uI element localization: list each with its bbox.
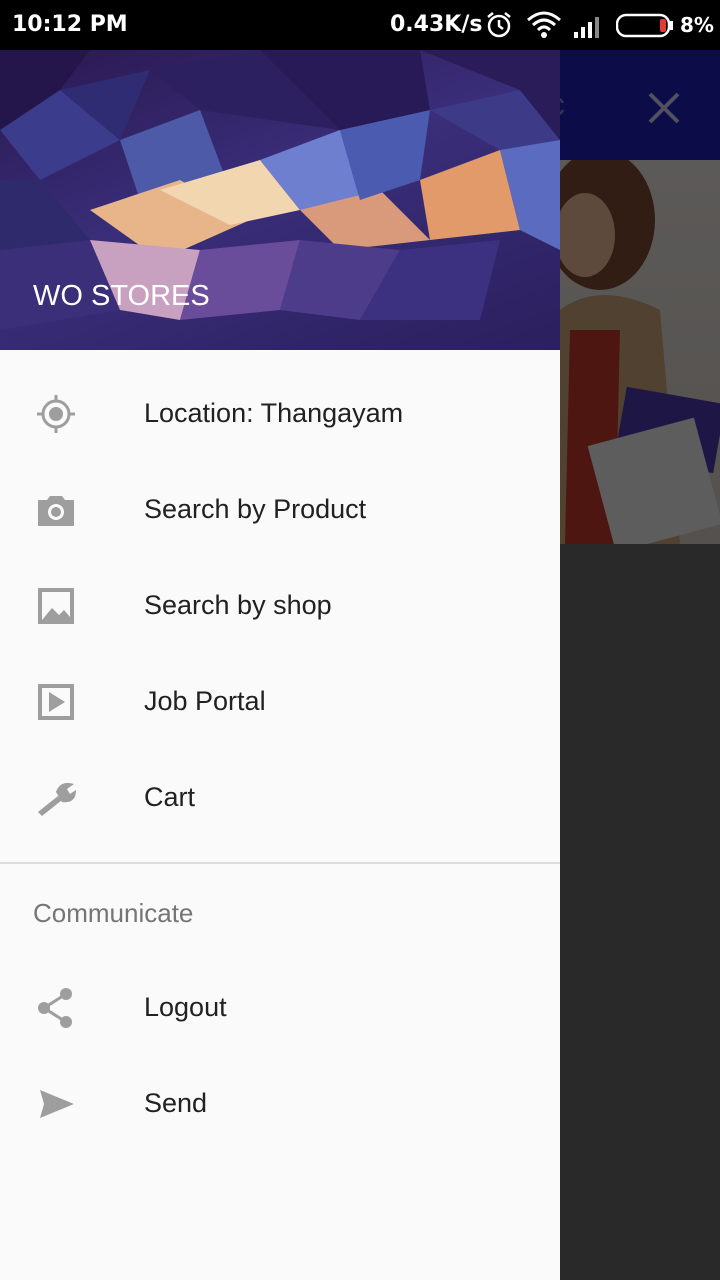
menu-item-label: Location: Thangayam: [144, 398, 404, 428]
menu-item-search-by-shop[interactable]: Search by shop: [0, 558, 560, 654]
signal-icon: [574, 17, 599, 38]
share-icon: [38, 988, 72, 1028]
alarm-icon: [487, 12, 511, 38]
drawer-divider: [0, 862, 560, 864]
send-icon: [40, 1090, 74, 1118]
battery-percent: 8%: [680, 13, 714, 37]
image-icon: [38, 588, 74, 624]
menu-item-location[interactable]: Location: Thangayam: [0, 366, 560, 462]
menu-item-send[interactable]: Send: [0, 1056, 560, 1152]
status-time: 10:12 PM: [12, 12, 128, 37]
location-crosshair-icon: [37, 395, 75, 433]
menu-item-logout[interactable]: Logout: [0, 960, 560, 1056]
menu-item-cart[interactable]: Cart: [0, 750, 560, 846]
menu-item-label: Search by Product: [144, 494, 367, 524]
menu-item-label: Job Portal: [144, 686, 266, 716]
menu-item-label: Cart: [144, 782, 196, 812]
menu-item-label: Search by shop: [144, 590, 332, 620]
navigation-drawer: WO STORES Location: Thangayam Search by …: [0, 50, 560, 1280]
play-box-icon: [38, 684, 74, 720]
wrench-icon: [38, 783, 76, 816]
menu-item-search-by-product[interactable]: Search by Product: [0, 462, 560, 558]
drawer-header: WO STORES: [0, 50, 560, 350]
battery-icon: [616, 13, 673, 38]
menu-item-label: Logout: [144, 992, 227, 1022]
menu-item-job-portal[interactable]: Job Portal: [0, 654, 560, 750]
drawer-title: WO STORES: [33, 280, 210, 312]
network-speed: 0.43K/s: [390, 12, 483, 37]
section-header-communicate: Communicate: [33, 898, 194, 928]
wifi-icon: [527, 11, 561, 38]
menu-item-label: Send: [144, 1088, 208, 1118]
status-bar: 10:12 PM 0.43K/s 8%: [0, 0, 720, 50]
camera-icon: [38, 496, 74, 526]
